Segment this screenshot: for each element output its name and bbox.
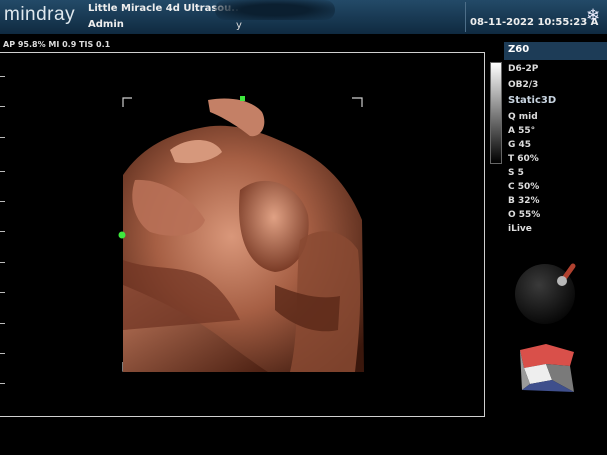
param-angle: A 55° — [508, 126, 536, 136]
exam-preset: OB2/3 — [508, 80, 539, 90]
zoom-value: Z60 — [508, 44, 530, 55]
probe-name: D6-2P — [508, 64, 539, 74]
param-brightness: B 32% — [508, 196, 540, 206]
trackball-orientation-icon[interactable] — [513, 260, 583, 330]
param-ilive: iLive — [508, 224, 532, 234]
param-threshold: T 60% — [508, 154, 539, 164]
zoom-box: Z60 — [504, 42, 607, 60]
param-contrast: C 50% — [508, 182, 540, 192]
render-cube-icon — [520, 344, 574, 392]
greyscale-bar — [490, 62, 502, 164]
left-marker — [118, 231, 126, 239]
imaging-mode: Static3D — [508, 95, 557, 106]
param-quality: Q mid — [508, 112, 538, 122]
param-opacity: O 55% — [508, 210, 541, 220]
param-gain: G 45 — [508, 140, 532, 150]
param-smooth: S 5 — [508, 168, 524, 178]
top-marker — [240, 96, 245, 101]
